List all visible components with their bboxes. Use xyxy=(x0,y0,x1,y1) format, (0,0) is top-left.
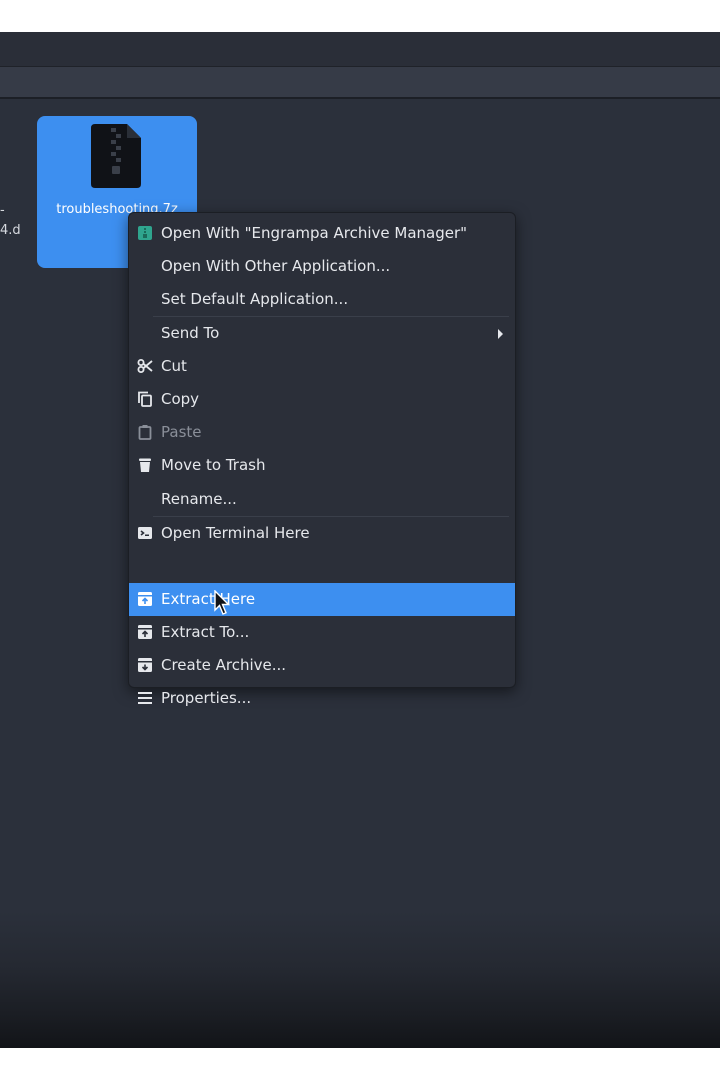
menu-item-label: Copy xyxy=(161,390,200,408)
properties-icon xyxy=(138,692,152,704)
menu-item-paste[interactable]: Paste xyxy=(129,416,515,449)
menu-item-cut[interactable]: Cut xyxy=(129,350,515,383)
menu-item-properties[interactable]: Properties... xyxy=(129,682,515,715)
mouse-pointer-icon xyxy=(214,590,230,615)
menu-item-label: Rename... xyxy=(161,490,237,508)
menu-item-label: Set Default Application... xyxy=(161,290,349,308)
menu-item-label: Create Archive... xyxy=(161,656,287,674)
menu-item-extract-here[interactable]: Extract Here xyxy=(129,583,515,616)
menu-item-move-to-trash[interactable]: Move to Trash xyxy=(129,449,515,482)
menu-item-create-archive[interactable]: Create Archive... xyxy=(129,649,515,682)
menu-item-set-default-application[interactable]: Set Default Application... xyxy=(129,283,515,316)
menu-item-extract-to[interactable]: Extract To... xyxy=(129,616,515,649)
location-bar[interactable] xyxy=(0,67,720,99)
menu-item-label: Open Terminal Here xyxy=(161,524,310,542)
menu-item-label: Move to Trash xyxy=(161,456,266,474)
submenu-arrow-icon xyxy=(498,329,503,339)
clipboard-icon xyxy=(138,425,152,440)
menu-item-label: Send To xyxy=(161,324,220,342)
context-menu: Open With "Engrampa Archive Manager" Ope… xyxy=(128,212,516,688)
menu-item-label: Extract To... xyxy=(161,623,250,641)
menu-item-open-terminal-here[interactable]: Open Terminal Here xyxy=(129,517,515,550)
menu-item-label: Open With "Engrampa Archive Manager" xyxy=(161,224,468,242)
create-archive-icon xyxy=(138,658,152,672)
copy-icon xyxy=(138,391,152,407)
partial-file-label: - xyxy=(0,203,5,218)
menu-item-rename[interactable]: Rename... xyxy=(129,483,515,516)
terminal-icon xyxy=(138,527,152,539)
extract-to-icon xyxy=(138,625,152,639)
menu-item-open-with-engrampa[interactable]: Open With "Engrampa Archive Manager" xyxy=(129,217,515,250)
engrampa-icon xyxy=(138,226,152,240)
menu-item-label: Extract Here xyxy=(161,590,256,608)
menu-item-label: Paste xyxy=(161,423,202,441)
extract-icon xyxy=(138,592,152,606)
scissors-icon xyxy=(137,359,153,373)
menu-item-open-with-other[interactable]: Open With Other Application... xyxy=(129,250,515,283)
desktop-bottom xyxy=(0,911,720,1048)
file-manager-window: - 4.d troubleshooting.7z Open With "Engr… xyxy=(0,32,720,1048)
menu-item-label: Properties... xyxy=(161,689,252,707)
toolbar xyxy=(0,32,720,67)
zip-archive-icon xyxy=(91,124,141,188)
menu-item-send-to[interactable]: Send To xyxy=(129,317,515,350)
partial-file-label: 4.d xyxy=(0,223,21,238)
menu-item-label: Cut xyxy=(161,357,187,375)
trash-icon xyxy=(139,458,151,472)
menu-item-copy[interactable]: Copy xyxy=(129,383,515,416)
menu-item-label: Open With Other Application... xyxy=(161,257,391,275)
